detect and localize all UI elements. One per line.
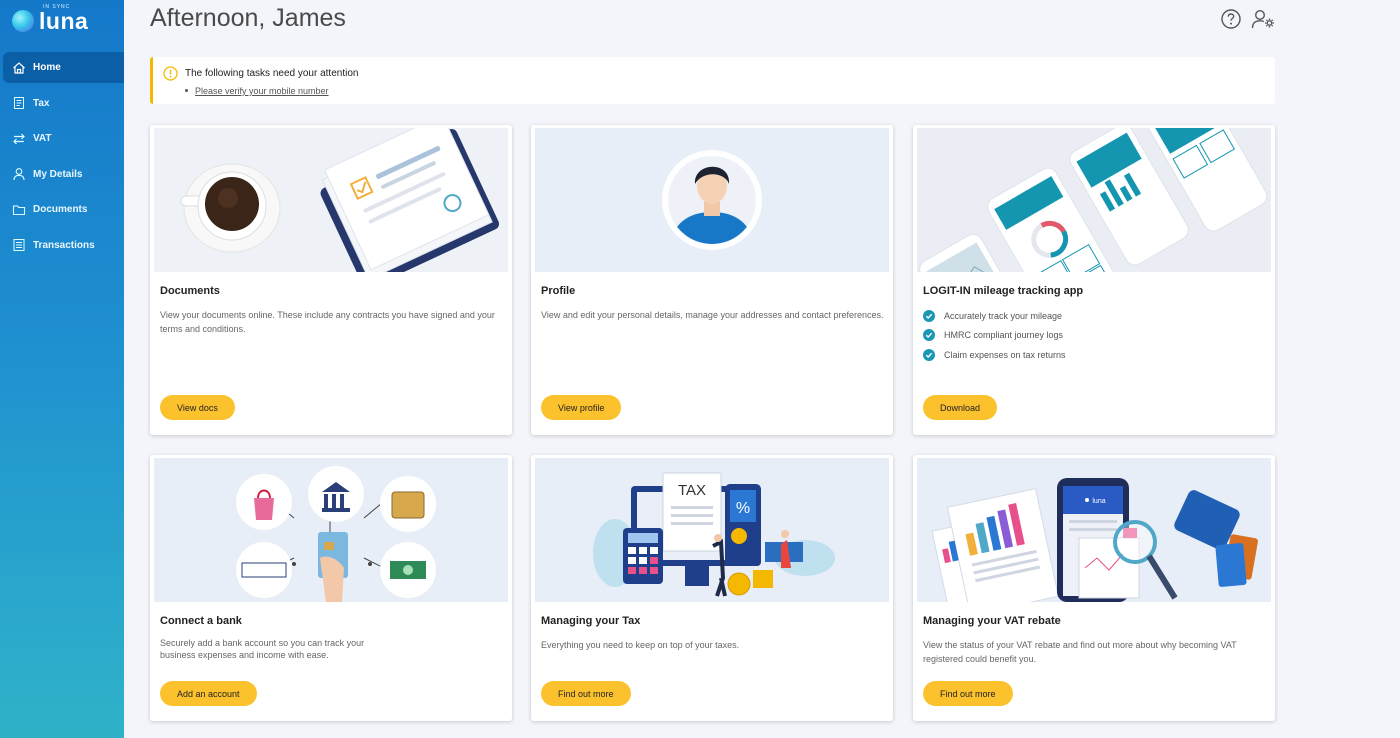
download-button[interactable]: Download	[923, 395, 998, 420]
user-settings-icon[interactable]	[1251, 8, 1277, 30]
alert-title: The following tasks need your attention	[185, 68, 359, 79]
card-vat-rebate: luna Managing your VAT rebate View the s…	[913, 455, 1275, 721]
card-profile: Profile View and edit your personal deta…	[531, 125, 893, 435]
checklist-label: Claim expenses on tax returns	[944, 349, 1066, 360]
check-icon	[923, 329, 935, 342]
help-icon[interactable]	[1220, 8, 1242, 30]
sidebar-item-home[interactable]: Home	[3, 52, 124, 83]
sidebar-item-transactions[interactable]: Transactions	[3, 230, 124, 261]
list-icon	[12, 238, 26, 252]
bullet	[185, 89, 188, 92]
logo-name: luna	[39, 7, 89, 34]
checklist-item: HMRC compliant journey logs	[923, 326, 1066, 346]
add-account-button[interactable]: Add an account	[160, 681, 257, 706]
card-title: Documents	[160, 285, 220, 297]
sidebar-item-documents[interactable]: Documents	[3, 194, 124, 225]
card-logit-in: LOGIT-IN mileage tracking app Accurately…	[913, 125, 1275, 435]
card-title: Managing your Tax	[541, 615, 641, 627]
view-profile-button[interactable]: View profile	[541, 395, 622, 420]
feature-checklist: Accurately track your mileage HMRC compl…	[923, 306, 1066, 365]
vat-illustration: luna	[917, 458, 1271, 602]
card-description: View the status of your VAT rebate and f…	[923, 640, 1237, 664]
sidebar-item-label: Home	[33, 62, 61, 73]
card-description: View your documents online. These includ…	[160, 310, 495, 334]
sidebar-item-tax[interactable]: Tax	[3, 88, 124, 119]
documents-illustration	[154, 128, 508, 272]
luna-logo[interactable]: IN SYNC luna	[12, 4, 89, 36]
checklist-label: HMRC compliant journey logs	[944, 330, 1064, 341]
bank-illustration	[154, 458, 508, 602]
checklist-item: Claim expenses on tax returns	[923, 345, 1066, 365]
sidebar: IN SYNC luna Home Tax VAT My Details Doc…	[0, 0, 124, 738]
tax-text: TAX	[678, 482, 706, 499]
card-description: Everything you need to keep on top of yo…	[541, 640, 740, 650]
sidebar-item-label: Transactions	[33, 239, 95, 251]
receipt-icon	[12, 96, 26, 110]
attention-alert: The following tasks need your attention …	[150, 57, 1275, 104]
verify-mobile-link[interactable]: Please verify your mobile number	[195, 86, 329, 96]
card-managing-tax: TAX % Managing your Tax Everything you n…	[531, 455, 893, 721]
check-icon	[923, 309, 935, 322]
view-docs-button[interactable]: View docs	[160, 395, 235, 420]
tax-illustration: TAX %	[535, 458, 889, 602]
checklist-item: Accurately track your mileage	[923, 306, 1066, 326]
sidebar-item-my-details[interactable]: My Details	[3, 159, 124, 190]
sidebar-item-vat[interactable]: VAT	[3, 123, 124, 154]
profile-illustration	[535, 128, 889, 272]
tax-find-out-more-button[interactable]: Find out more	[541, 681, 631, 706]
arrows-swap-icon	[12, 132, 26, 146]
sidebar-item-label: Documents	[33, 204, 88, 215]
logo-tag: IN SYNC	[43, 3, 71, 10]
card-title: Managing your VAT rebate	[923, 615, 1061, 627]
sidebar-nav: Home Tax VAT My Details Documents Transa…	[0, 52, 124, 265]
folder-icon	[12, 203, 26, 217]
home-icon	[12, 61, 26, 75]
logo-orb-icon	[12, 10, 34, 32]
card-documents: Documents View your documents online. Th…	[150, 125, 512, 435]
page-title: Afternoon, James	[150, 4, 346, 32]
card-connect-bank: Connect a bank Securely add a bank accou…	[150, 455, 512, 721]
card-description: View and edit your personal details, man…	[541, 310, 884, 320]
card-description: Securely add a bank account so you can t…	[160, 638, 365, 660]
sidebar-item-label: Tax	[33, 97, 50, 109]
vat-find-out-more-button[interactable]: Find out more	[923, 681, 1013, 706]
card-title: Profile	[541, 285, 576, 297]
luna-app-text: luna	[1092, 498, 1105, 505]
warning-icon	[163, 66, 178, 81]
sidebar-item-label: My Details	[33, 168, 83, 180]
check-icon	[923, 348, 935, 361]
logo-text: IN SYNC luna	[39, 4, 89, 35]
user-icon	[12, 167, 26, 181]
card-title: Connect a bank	[160, 615, 242, 627]
checklist-label: Accurately track your mileage	[944, 310, 1063, 321]
svg-text:%: %	[736, 500, 750, 517]
mileage-app-illustration	[917, 128, 1271, 272]
sidebar-item-label: VAT	[33, 133, 52, 144]
card-title: LOGIT-IN mileage tracking app	[923, 285, 1084, 297]
